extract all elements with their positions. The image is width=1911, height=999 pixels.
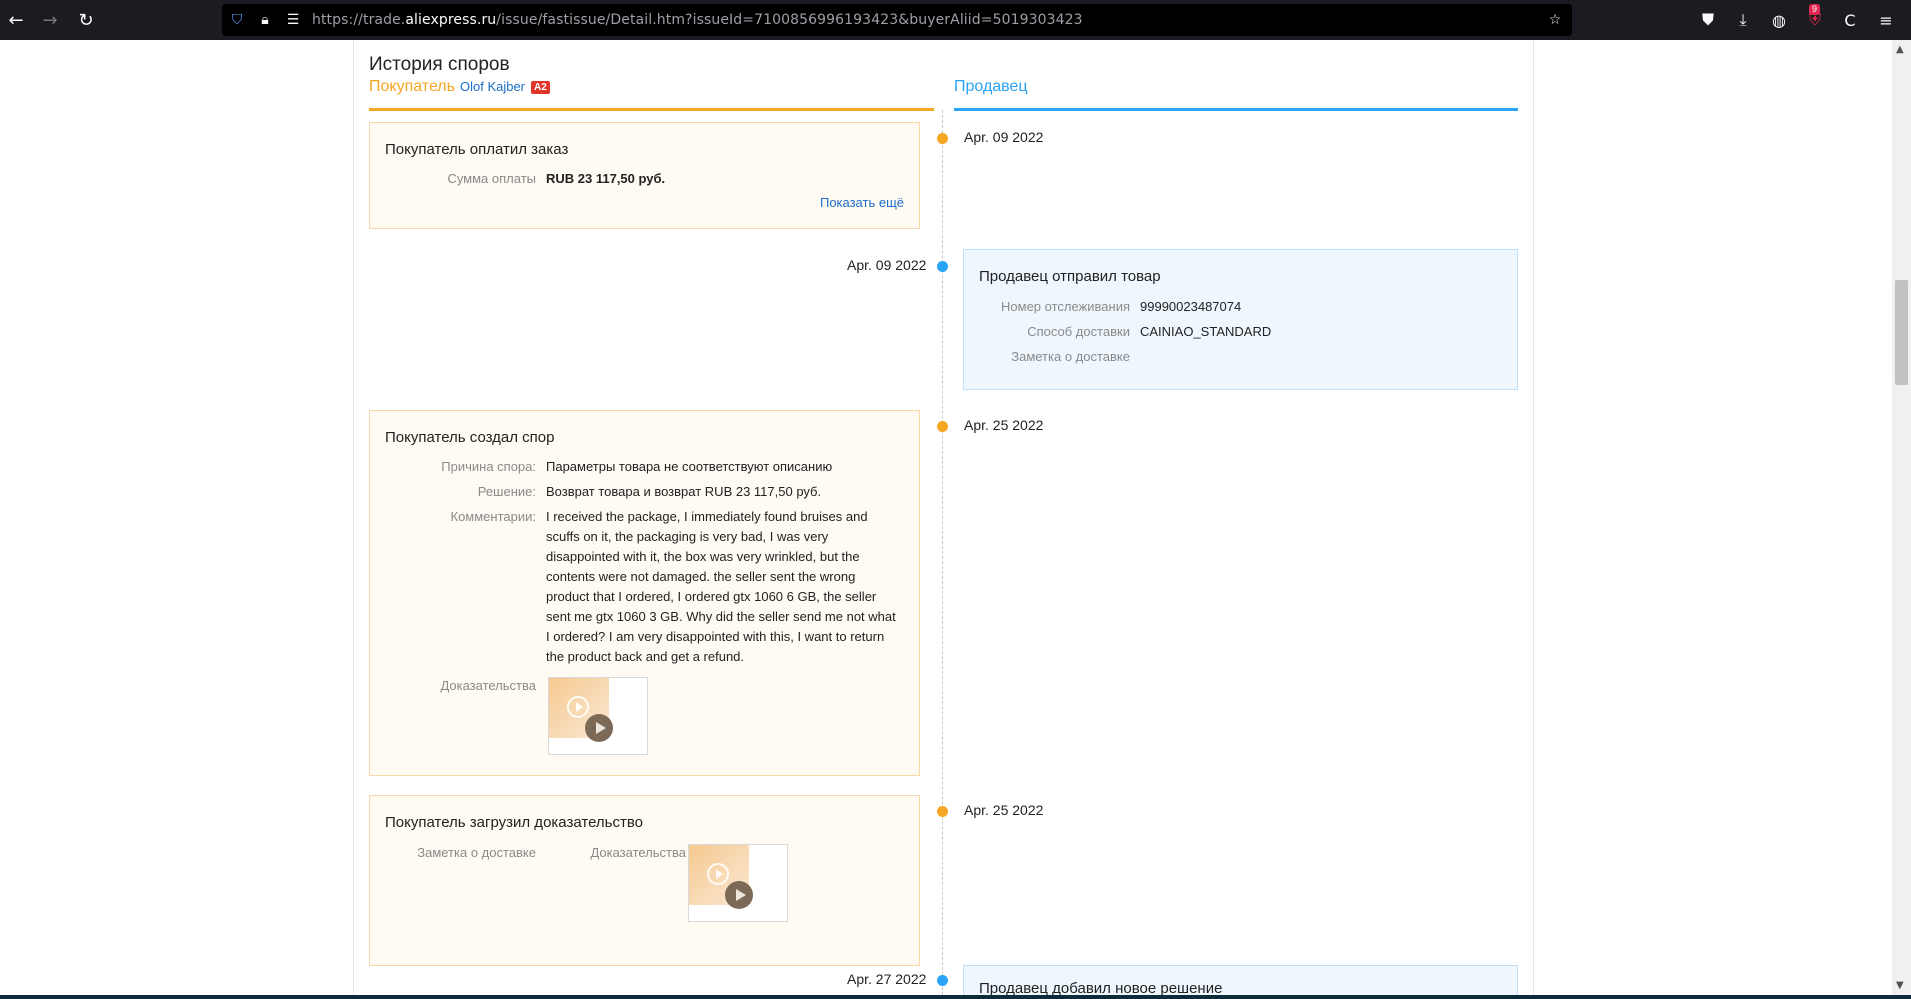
play-icon[interactable] xyxy=(585,714,613,742)
address-bar[interactable]: ⛉ 🔒︎ ☰ https://trade.aliexpress.ru/issue… xyxy=(222,4,1572,36)
seller-column-label: Продавец xyxy=(954,78,1028,95)
field-label: Заметка о доставке xyxy=(1011,349,1130,364)
pocket-icon[interactable]: ⛊ xyxy=(1696,8,1720,32)
event-date: Apr. 27 2022 xyxy=(847,971,927,987)
timeline-dot xyxy=(937,806,948,817)
event-title: Покупатель оплатил заказ xyxy=(385,141,569,158)
field-label: Заметка о доставке xyxy=(417,845,536,860)
event-title: Покупатель загрузил доказательство xyxy=(385,814,643,831)
event-title: Продавец добавил новое решение xyxy=(979,980,1223,995)
page-scrollbar[interactable]: ▲ ▼ xyxy=(1892,40,1911,995)
field-label: Доказательства xyxy=(590,845,686,860)
scroll-up-icon[interactable]: ▲ xyxy=(1896,44,1904,55)
event-card-evidence-uploaded: Покупатель загрузил доказательство Замет… xyxy=(369,795,920,966)
tracking-number: 99990023487074 xyxy=(1140,299,1242,314)
field-label: Способ доставки xyxy=(1027,324,1130,339)
forward-icon[interactable]: → xyxy=(38,8,62,32)
play-icon[interactable] xyxy=(725,881,753,909)
event-date: Apr. 25 2022 xyxy=(964,417,1044,433)
evidence-video-thumbnail[interactable] xyxy=(688,844,788,922)
timeline-dot xyxy=(937,261,948,272)
timeline-dot xyxy=(937,133,948,144)
vpn-globe-icon[interactable]: ◍ xyxy=(1767,8,1791,32)
page-viewport: История споров Покупатель Olof Kajber A2 П… xyxy=(0,40,1892,995)
field-label: Решение: xyxy=(477,484,536,499)
dispute-comment: I received the package, I immediately fo… xyxy=(546,509,896,664)
dispute-reason: Параметры товара не соответствуют описан… xyxy=(546,459,833,474)
lock-icon[interactable]: 🔒︎ xyxy=(256,11,274,29)
evidence-video-thumbnail[interactable] xyxy=(548,677,648,755)
buyer-level-badge: A2 xyxy=(531,81,550,94)
reload-icon[interactable]: ↻ xyxy=(74,8,98,32)
extension-badge: 9 xyxy=(1809,4,1821,15)
scroll-down-icon[interactable]: ▼ xyxy=(1896,980,1904,991)
back-icon[interactable]: ← xyxy=(4,8,28,32)
field-label: Доказательства xyxy=(440,678,536,693)
video-ring-icon xyxy=(707,863,729,885)
event-title: Покупатель создал спор xyxy=(385,429,555,446)
event-date: Apr. 25 2022 xyxy=(964,802,1044,818)
show-more-link[interactable]: Показать ещё xyxy=(820,195,904,210)
field-label: Сумма оплаты xyxy=(447,171,536,186)
dispute-solution: Возврат товара и возврат RUB 23 117,50 р… xyxy=(546,484,822,499)
browser-toolbar: ← → ↻ ⛉ 🔒︎ ☰ https://trade.aliexpress.ru… xyxy=(0,0,1911,40)
extension-c-icon[interactable]: C xyxy=(1838,8,1862,32)
event-card-payment: Покупатель оплатил заказ Сумма оплаты RU… xyxy=(369,122,920,229)
downloads-icon[interactable]: ⤓ xyxy=(1731,8,1755,32)
buyer-name-link[interactable]: Olof Kajber xyxy=(460,79,525,94)
taskbar-edge xyxy=(0,995,1911,999)
event-title: Продавец отправил товар xyxy=(979,268,1161,285)
event-card-shipped: Продавец отправил товар Номер отслеживан… xyxy=(963,249,1518,390)
payment-amount: RUB 23 117,50 руб. xyxy=(546,171,666,186)
menu-icon[interactable]: ≡ xyxy=(1874,8,1898,32)
timeline-line xyxy=(942,110,943,995)
timeline-dot xyxy=(937,421,948,432)
shipping-method: CAINIAO_STANDARD xyxy=(1140,324,1272,339)
seller-column-header: Продавец xyxy=(954,78,1518,111)
event-date: Apr. 09 2022 xyxy=(964,129,1044,145)
page-title: История споров xyxy=(369,54,510,75)
bookmark-star-icon[interactable]: ☆ xyxy=(1546,11,1564,29)
video-ring-icon xyxy=(567,696,589,718)
event-date: Apr. 09 2022 xyxy=(847,257,927,273)
dispute-history: История споров Покупатель Olof Kajber A2 П… xyxy=(353,40,1534,995)
permissions-icon[interactable]: ☰ xyxy=(284,11,302,29)
field-label: Комментарии: xyxy=(450,509,537,524)
tracking-protection-icon[interactable]: ⛉ xyxy=(228,11,246,29)
buyer-column-label: Покупатель xyxy=(369,78,455,95)
field-label: Причина спора: xyxy=(441,459,536,474)
event-card-new-solution: Продавец добавил новое решение xyxy=(963,965,1518,995)
event-card-dispute-opened: Покупатель создал спор Причина спора: Па… xyxy=(369,410,920,776)
timeline-dot xyxy=(937,975,948,986)
scroll-thumb[interactable] xyxy=(1895,280,1908,385)
field-label: Номер отслеживания xyxy=(1001,299,1130,314)
url-text[interactable]: https://trade.aliexpress.ru/issue/fastis… xyxy=(312,12,1083,28)
buyer-column-header: Покупатель Olof Kajber A2 xyxy=(369,78,934,111)
